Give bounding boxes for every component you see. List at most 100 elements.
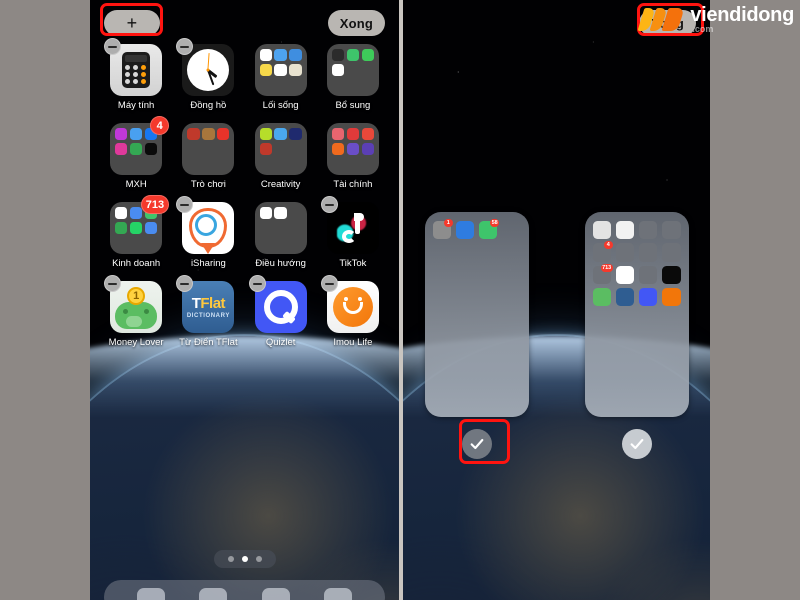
app-item[interactable]: TikTok <box>317 196 389 269</box>
folder-mini-icon <box>145 158 157 170</box>
page-indicator[interactable] <box>213 550 276 568</box>
dock-icon[interactable] <box>261 588 290 600</box>
iphone-page-editor: Xong 1 58 <box>403 0 710 600</box>
folder-icon[interactable] <box>326 123 379 175</box>
thumbnail-app-icon: 1 <box>432 219 453 240</box>
thumbnail-app-icon <box>662 265 681 284</box>
page-dot[interactable] <box>241 556 248 562</box>
add-page-button[interactable]: + <box>104 10 160 36</box>
folder-mini-icon <box>259 128 272 141</box>
remove-app-button[interactable] <box>104 275 122 292</box>
folder-mini-icon <box>346 142 360 156</box>
folder-mini-icon <box>274 49 287 62</box>
watermark: viendidong .com <box>637 4 794 34</box>
thumbnail-app-icon <box>615 221 634 240</box>
remove-app-button[interactable] <box>248 275 266 292</box>
folder-mini-icon <box>289 222 301 234</box>
app-item[interactable]: Lối sống <box>245 44 317 111</box>
dock-icon[interactable] <box>137 588 166 600</box>
page-dot[interactable] <box>227 556 234 562</box>
page-thumbnail-list: 1 58 4 713 <box>403 212 710 459</box>
folder-mini-icon <box>259 142 272 156</box>
folder-mini-icon <box>361 128 374 141</box>
folder-mini-icon <box>129 221 143 235</box>
page-thumbnail[interactable]: 1 58 <box>424 212 529 417</box>
folder-mini-icon <box>115 207 128 220</box>
folder-mini-icon <box>274 207 287 220</box>
folder-mini-icon <box>274 158 286 170</box>
remove-app-button[interactable] <box>104 38 122 55</box>
app-item[interactable]: 4 MXH <box>100 116 172 190</box>
dock-icon[interactable] <box>323 588 352 600</box>
folder-icon[interactable] <box>254 123 307 175</box>
app-item[interactable]: Quizlet <box>245 275 317 348</box>
folder-mini-icon <box>260 222 272 234</box>
edit-mode-topbar: + Xong <box>90 6 399 40</box>
page-dot[interactable] <box>255 556 262 562</box>
app-item[interactable]: Creativity <box>245 123 317 190</box>
app-grid: Máy tính Đồng hồ Lối sống Bổ sung 4 MXH … <box>90 38 399 348</box>
app-item[interactable]: Đồng hồ <box>172 38 244 111</box>
folder-mini-icon <box>217 143 229 155</box>
folder-mini-icon <box>115 128 128 141</box>
folder-mini-icon <box>361 142 374 156</box>
app-label: MXH <box>125 179 147 190</box>
app-item[interactable]: 1 Money Lover <box>100 275 172 348</box>
app-label: Imou Life <box>333 337 373 348</box>
app-item[interactable]: Trò chơi <box>172 123 244 190</box>
folder-mini-icon <box>331 63 345 77</box>
folder-mini-icon <box>187 143 199 155</box>
folder-mini-icon <box>362 158 374 170</box>
app-item[interactable]: Máy tính <box>100 38 172 111</box>
thumbnail-app-icon: 713 <box>592 263 613 284</box>
page-thumbnail-1[interactable]: 1 58 <box>424 212 529 459</box>
app-label: Bổ sung <box>335 100 371 111</box>
folder-mini-icon <box>346 49 360 62</box>
folder-mini-icon <box>187 128 200 141</box>
thumbnail-app-icon <box>662 243 681 262</box>
folder-mini-icon <box>130 158 142 170</box>
app-item[interactable]: iSharing <box>172 196 244 269</box>
app-item[interactable]: Imou Life <box>317 275 389 348</box>
page-select-checkmark[interactable] <box>461 429 492 459</box>
folder-mini-icon <box>332 158 344 170</box>
folder-mini-icon <box>274 222 286 234</box>
folder-mini-icon <box>289 207 301 219</box>
folder-mini-icon <box>130 237 142 249</box>
folder-mini-icon <box>274 63 287 77</box>
folder-icon[interactable] <box>254 44 307 96</box>
page-select-checkmark[interactable] <box>621 429 652 459</box>
remove-app-button[interactable] <box>320 275 338 292</box>
folder-mini-icon <box>362 79 374 91</box>
folder-mini-icon <box>289 128 302 141</box>
page-thumbnail[interactable]: 4 713 <box>584 212 689 417</box>
remove-app-button[interactable] <box>320 196 338 213</box>
folder-mini-icon <box>115 142 128 156</box>
thumbnail-app-icon: 4 <box>592 241 613 262</box>
folder-mini-icon <box>187 158 199 170</box>
thumbnail-badge: 58 <box>490 219 500 227</box>
app-item[interactable]: Tài chính <box>317 123 389 190</box>
folder-icon[interactable] <box>182 123 235 175</box>
page-thumbnail-2[interactable]: 4 713 <box>584 212 689 459</box>
folder-mini-icon <box>331 49 345 62</box>
thumbnail-app-icon <box>592 287 611 306</box>
done-button[interactable]: Xong <box>327 10 385 36</box>
check-icon <box>470 438 483 450</box>
folder-icon[interactable] <box>254 202 307 254</box>
folder-icon[interactable] <box>326 44 379 96</box>
app-item[interactable]: TFlat DICTIONARY Từ Điển TFlat <box>172 275 244 348</box>
folder-mini-icon <box>347 79 359 91</box>
app-item[interactable]: 713 Kinh doanh <box>100 195 172 269</box>
thumbnail-app-icon <box>615 287 634 306</box>
folder-mini-icon <box>217 128 230 141</box>
watermark-brand: viendidong <box>690 4 794 27</box>
folder-mini-icon <box>144 142 158 156</box>
app-label: Money Lover <box>108 337 164 348</box>
app-item[interactable]: Bổ sung <box>317 44 389 111</box>
dock-icon[interactable] <box>199 588 228 600</box>
folder-mini-icon <box>259 63 272 77</box>
app-item[interactable]: Điều hướng <box>245 202 317 269</box>
thumbnail-app-icon <box>615 265 634 284</box>
folder-mini-icon <box>202 143 214 155</box>
